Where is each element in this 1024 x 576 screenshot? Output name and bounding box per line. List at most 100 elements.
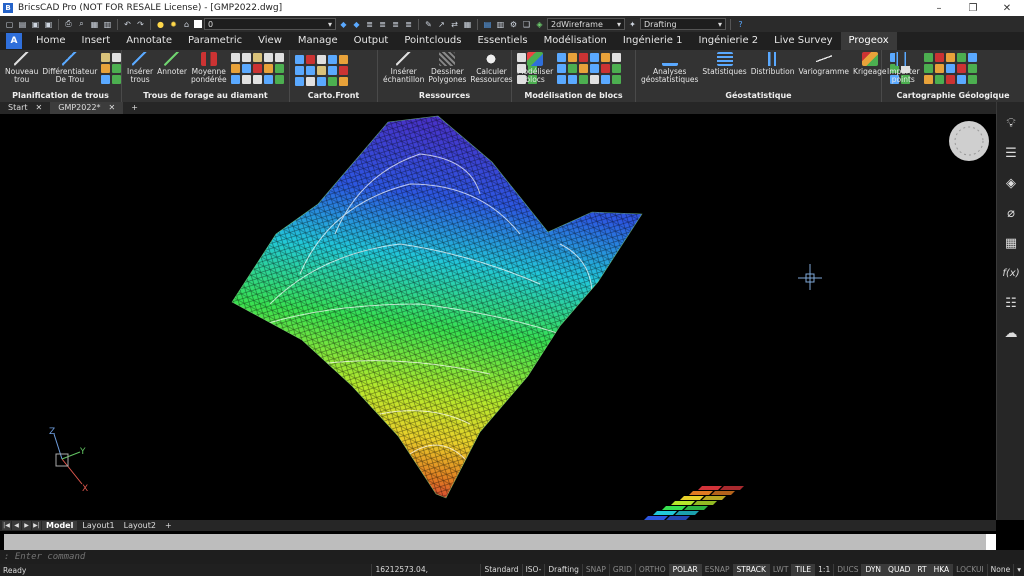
first-layout-icon[interactable]: |◀	[2, 521, 11, 530]
help-icon[interactable]: ?	[735, 19, 746, 30]
prev-layout-icon[interactable]: ◀	[12, 521, 21, 530]
doc-tab-start[interactable]: Start ✕	[0, 102, 50, 114]
tool-icon[interactable]	[579, 53, 589, 62]
tool-icon[interactable]	[328, 55, 337, 64]
tool-icon[interactable]	[601, 75, 611, 84]
status-standard[interactable]: Standard	[480, 564, 521, 576]
tool-icon[interactable]	[252, 64, 262, 73]
tool-icon[interactable]	[612, 75, 622, 84]
tool-icon[interactable]	[339, 66, 348, 75]
visual-style-icon[interactable]: ◈	[534, 19, 545, 30]
tool-icon[interactable]	[263, 75, 273, 84]
layer-combo[interactable]: 0 ▾	[204, 18, 336, 30]
tool-icon[interactable]	[317, 77, 326, 86]
command-scrollbar[interactable]	[986, 534, 996, 550]
status-rt[interactable]: RT	[913, 564, 930, 576]
tool-icon[interactable]	[934, 64, 944, 73]
tool-icon[interactable]	[956, 75, 966, 84]
lock-icon[interactable]: ⌂	[181, 19, 192, 30]
tool-icon[interactable]	[295, 55, 304, 64]
pattern-icon[interactable]: ▦	[462, 19, 473, 30]
status-esnap[interactable]: ESNAP	[700, 564, 733, 576]
tool-icon[interactable]	[934, 75, 944, 84]
tool-icon[interactable]	[956, 53, 966, 62]
ribbon-tab-insert[interactable]: Insert	[74, 32, 119, 50]
layout-tab-layout1[interactable]: Layout1	[78, 521, 118, 530]
light-bulb-icon[interactable]: ●	[155, 19, 166, 30]
add-layout-button[interactable]: +	[161, 521, 176, 530]
properties-icon[interactable]: ▤	[482, 19, 493, 30]
layout-tab-model[interactable]: Model	[42, 521, 78, 530]
status-1-1[interactable]: 1:1	[814, 564, 833, 576]
visual-style-combo[interactable]: 2dWireframe ▾	[547, 18, 625, 30]
close-icon[interactable]: ✕	[109, 102, 116, 114]
status-menu-icon[interactable]: ▾	[1013, 564, 1024, 576]
tool-icon[interactable]	[557, 64, 567, 73]
properties-sliders-icon[interactable]: ☰	[997, 138, 1024, 168]
tool-icon[interactable]	[230, 64, 240, 73]
distribution-button[interactable]: Distribution	[751, 52, 794, 76]
cloud-icon[interactable]: ☁	[997, 318, 1024, 348]
tool-icon[interactable]	[590, 53, 600, 62]
tool-icon[interactable]	[274, 75, 284, 84]
status-polar[interactable]: POLAR	[668, 564, 701, 576]
tool-icon[interactable]	[568, 75, 578, 84]
undo-icon[interactable]: ↶	[122, 19, 133, 30]
tool-icon[interactable]	[967, 64, 977, 73]
inserer-trous-button[interactable]: Insérer trous	[127, 52, 153, 84]
workspace-icon[interactable]: ✦	[627, 19, 638, 30]
minimize-button[interactable]: –	[922, 3, 956, 14]
tool-icon[interactable]	[317, 55, 326, 64]
status-drafting[interactable]: Drafting	[544, 564, 582, 576]
tool-icon[interactable]	[579, 64, 589, 73]
annoter-button[interactable]: Annoter	[157, 52, 187, 76]
ribbon-tab-manage[interactable]: Manage	[290, 32, 346, 50]
close-button[interactable]: ✕	[990, 3, 1024, 14]
tool-icon[interactable]	[101, 64, 111, 73]
match-icon[interactable]: ⇄	[449, 19, 460, 30]
importer-points-button[interactable]: Importer points	[887, 52, 920, 84]
tool-icon[interactable]	[923, 75, 933, 84]
layer-tool-icon-1[interactable]: ◆	[338, 19, 349, 30]
calculer-ressources-button[interactable]: Calculer Ressources	[470, 52, 513, 84]
tool-icon[interactable]	[557, 75, 567, 84]
ribbon-tab-home[interactable]: Home	[28, 32, 74, 50]
tool-icon[interactable]	[945, 53, 955, 62]
status-quad[interactable]: QUAD	[884, 564, 914, 576]
new-file-icon[interactable]: ▢	[4, 19, 15, 30]
layer-tool-icon-4[interactable]: ≣	[377, 19, 388, 30]
tool-icon[interactable]	[339, 55, 348, 64]
tool-icon[interactable]	[934, 53, 944, 62]
tool-icon[interactable]	[274, 53, 284, 62]
maximize-button[interactable]: ❐	[956, 3, 990, 14]
tool-icon[interactable]	[601, 64, 611, 73]
plot-icon[interactable]: ▦	[89, 19, 100, 30]
save-icon[interactable]: ▣	[30, 19, 41, 30]
tool-icon[interactable]	[112, 64, 122, 73]
attachment-icon[interactable]: ⌀	[997, 198, 1024, 228]
new-tab-button[interactable]: +	[123, 102, 146, 114]
tool-icon[interactable]	[263, 64, 273, 73]
publish-icon[interactable]: ▥	[102, 19, 113, 30]
variogramme-button[interactable]: Variogramme	[798, 52, 849, 76]
ribbon-tab-pointclouds[interactable]: Pointclouds	[396, 32, 469, 50]
workspace-combo[interactable]: Drafting ▾	[640, 18, 726, 30]
command-input[interactable]	[4, 552, 604, 562]
nouveau-trou-button[interactable]: Nouveau trou	[5, 52, 38, 84]
next-layout-icon[interactable]: ▶	[22, 521, 31, 530]
status-grid[interactable]: GRID	[608, 564, 635, 576]
print-icon[interactable]: ⎙	[63, 19, 74, 30]
tool-icon[interactable]	[306, 77, 315, 86]
tool-icon[interactable]	[557, 53, 567, 62]
ribbon-tab-live-survey[interactable]: Live Survey	[766, 32, 840, 50]
tool-icon[interactable]	[112, 75, 122, 84]
tool-icon[interactable]	[241, 64, 251, 73]
tool-icon[interactable]	[328, 66, 337, 75]
tool-icon[interactable]	[568, 53, 578, 62]
ribbon-tab-output[interactable]: Output	[346, 32, 397, 50]
tool-icon[interactable]	[923, 53, 933, 62]
analyses-geostatistiques-button[interactable]: Analyses géostatistiques	[641, 52, 698, 84]
doc-tab-gmp2022[interactable]: GMP2022* ✕	[50, 102, 124, 114]
tool-icon[interactable]	[274, 64, 284, 73]
save-as-icon[interactable]: ▣	[43, 19, 54, 30]
